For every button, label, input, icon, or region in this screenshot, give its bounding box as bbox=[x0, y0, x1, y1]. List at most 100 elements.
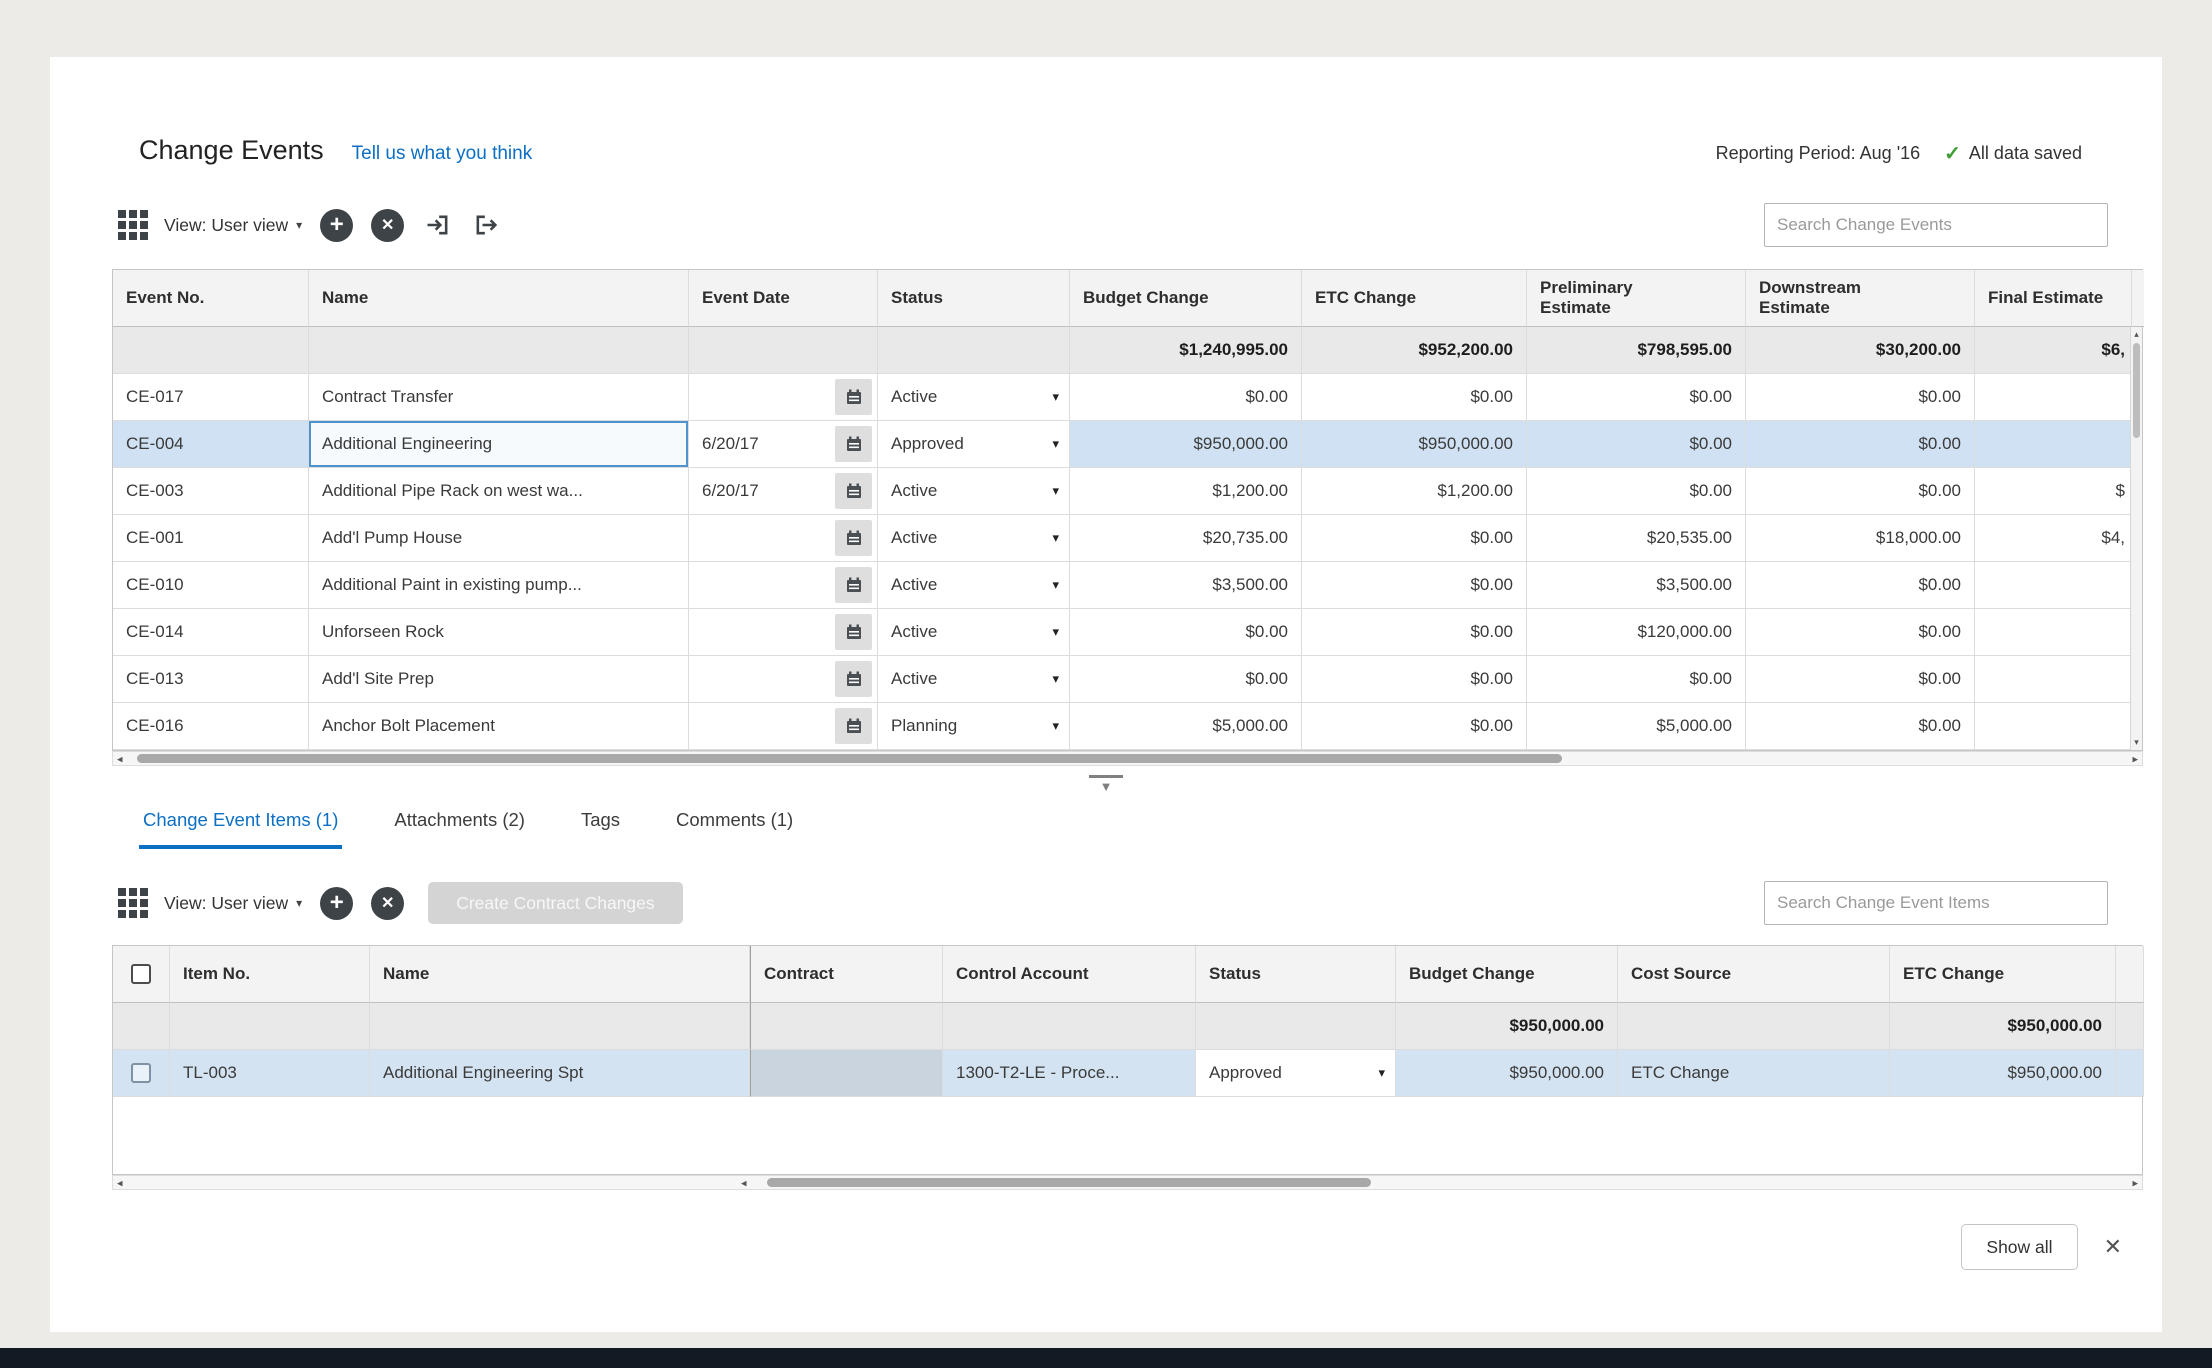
name-cell[interactable]: Additional Paint in existing pump... bbox=[309, 562, 689, 609]
status-dropdown[interactable]: Active ▾ bbox=[878, 374, 1070, 421]
calendar-icon[interactable] bbox=[835, 708, 872, 744]
event-no-cell[interactable]: CE-003 bbox=[113, 468, 309, 515]
export-icon[interactable] bbox=[472, 211, 500, 239]
etc-change-cell[interactable]: $950,000.00 bbox=[1890, 1050, 2116, 1097]
column-header-cost-source[interactable]: Cost Source bbox=[1618, 946, 1890, 1003]
budget-change-cell[interactable]: $0.00 bbox=[1070, 656, 1302, 703]
column-header-final-estimate[interactable]: Final Estimate bbox=[1975, 270, 2132, 327]
downstream-estimate-cell[interactable]: $0.00 bbox=[1746, 468, 1975, 515]
event-date-cell[interactable] bbox=[689, 703, 878, 750]
delete-item-button[interactable]: ✕ bbox=[371, 887, 404, 920]
row-ce-013[interactable]: CE-013 Add'l Site Prep Active ▾ $0.00 $0… bbox=[113, 656, 2142, 703]
column-header-budget-change[interactable]: Budget Change bbox=[1396, 946, 1618, 1003]
contract-cell[interactable] bbox=[750, 1050, 943, 1097]
row-ce-003[interactable]: CE-003 Additional Pipe Rack on west wa..… bbox=[113, 468, 2142, 515]
name-cell[interactable]: Unforseen Rock bbox=[309, 609, 689, 656]
downstream-estimate-cell[interactable]: $0.00 bbox=[1746, 656, 1975, 703]
tab-tags[interactable]: Tags bbox=[577, 809, 624, 849]
events-horizontal-scrollbar[interactable]: ◂ ▸ bbox=[112, 751, 2143, 766]
scroll-up-icon[interactable]: ▴ bbox=[2131, 329, 2142, 340]
calendar-icon[interactable] bbox=[835, 614, 872, 650]
column-header-etc-change[interactable]: ETC Change bbox=[1890, 946, 2116, 1003]
column-header-status[interactable]: Status bbox=[1196, 946, 1396, 1003]
import-icon[interactable] bbox=[424, 211, 452, 239]
horizontal-scroll-thumb[interactable] bbox=[137, 754, 1562, 763]
budget-change-cell[interactable]: $20,735.00 bbox=[1070, 515, 1302, 562]
grid-view-icon[interactable] bbox=[118, 888, 148, 918]
calendar-icon[interactable] bbox=[835, 661, 872, 697]
search-change-event-items-input[interactable] bbox=[1764, 881, 2108, 925]
row-ce-001[interactable]: CE-001 Add'l Pump House Active ▾ $20,735… bbox=[113, 515, 2142, 562]
event-no-cell[interactable]: CE-016 bbox=[113, 703, 309, 750]
event-date-cell[interactable]: 6/20/17 bbox=[689, 468, 878, 515]
status-dropdown[interactable]: Active ▾ bbox=[878, 609, 1070, 656]
name-cell[interactable]: Additional Pipe Rack on west wa... bbox=[309, 468, 689, 515]
status-dropdown[interactable]: Approved ▾ bbox=[1196, 1050, 1396, 1097]
items-horizontal-scrollbar[interactable]: ◂ ◂ ▸ bbox=[112, 1175, 2143, 1190]
downstream-estimate-cell[interactable]: $0.00 bbox=[1746, 374, 1975, 421]
event-no-cell[interactable]: CE-017 bbox=[113, 374, 309, 421]
budget-change-cell[interactable]: $950,000.00 bbox=[1070, 421, 1302, 468]
etc-change-cell[interactable]: $0.00 bbox=[1302, 609, 1527, 656]
column-header-etc-change[interactable]: ETC Change bbox=[1302, 270, 1527, 327]
scroll-left-inner-icon[interactable]: ◂ bbox=[741, 1176, 747, 1189]
event-no-cell[interactable]: CE-004 bbox=[113, 421, 309, 468]
scroll-down-icon[interactable]: ▾ bbox=[2131, 737, 2142, 748]
calendar-icon[interactable] bbox=[835, 520, 872, 556]
downstream-estimate-cell[interactable]: $0.00 bbox=[1746, 703, 1975, 750]
column-header-control-account[interactable]: Control Account bbox=[943, 946, 1196, 1003]
status-dropdown[interactable]: Planning ▾ bbox=[878, 703, 1070, 750]
tab-comments[interactable]: Comments (1) bbox=[672, 809, 797, 849]
etc-change-cell[interactable]: $0.00 bbox=[1302, 703, 1527, 750]
column-header-downstream-estimate[interactable]: Downstream Estimate bbox=[1746, 270, 1975, 327]
column-header-status[interactable]: Status bbox=[878, 270, 1070, 327]
close-icon[interactable]: ✕ bbox=[2104, 1234, 2122, 1260]
preliminary-estimate-cell[interactable]: $5,000.00 bbox=[1527, 703, 1746, 750]
status-dropdown[interactable]: Active ▾ bbox=[878, 515, 1070, 562]
delete-event-button[interactable]: ✕ bbox=[371, 209, 404, 242]
downstream-estimate-cell[interactable]: $18,000.00 bbox=[1746, 515, 1975, 562]
cost-source-cell[interactable]: ETC Change bbox=[1618, 1050, 1890, 1097]
create-contract-changes-button[interactable]: Create Contract Changes bbox=[428, 882, 682, 924]
event-no-cell[interactable]: CE-001 bbox=[113, 515, 309, 562]
budget-change-cell[interactable]: $3,500.00 bbox=[1070, 562, 1302, 609]
final-estimate-cell[interactable] bbox=[1975, 562, 2132, 609]
scroll-left-icon[interactable]: ◂ bbox=[117, 1176, 123, 1189]
select-all-checkbox[interactable] bbox=[131, 964, 151, 984]
final-estimate-cell[interactable] bbox=[1975, 703, 2132, 750]
column-header-name[interactable]: Name bbox=[370, 946, 750, 1003]
preliminary-estimate-cell[interactable]: $0.00 bbox=[1527, 374, 1746, 421]
name-cell-focused[interactable]: Additional Engineering bbox=[309, 421, 689, 468]
preliminary-estimate-cell[interactable]: $0.00 bbox=[1527, 421, 1746, 468]
column-header-preliminary-estimate[interactable]: Preliminary Estimate bbox=[1527, 270, 1746, 327]
scroll-left-icon[interactable]: ◂ bbox=[117, 752, 123, 765]
budget-change-cell[interactable]: $5,000.00 bbox=[1070, 703, 1302, 750]
final-estimate-cell[interactable] bbox=[1975, 609, 2132, 656]
event-date-cell[interactable] bbox=[689, 374, 878, 421]
budget-change-cell[interactable]: $1,200.00 bbox=[1070, 468, 1302, 515]
name-cell[interactable]: Additional Engineering Spt bbox=[370, 1050, 750, 1097]
column-header-budget-change[interactable]: Budget Change bbox=[1070, 270, 1302, 327]
vertical-scroll-thumb[interactable] bbox=[2133, 343, 2140, 438]
downstream-estimate-cell[interactable]: $0.00 bbox=[1746, 562, 1975, 609]
tab-attachments[interactable]: Attachments (2) bbox=[390, 809, 529, 849]
row-ce-017[interactable]: CE-017 Contract Transfer Active ▾ $0.00 … bbox=[113, 374, 2142, 421]
downstream-estimate-cell[interactable]: $0.00 bbox=[1746, 609, 1975, 656]
calendar-icon[interactable] bbox=[835, 567, 872, 603]
status-dropdown[interactable]: Active ▾ bbox=[878, 468, 1070, 515]
downstream-estimate-cell[interactable]: $0.00 bbox=[1746, 421, 1975, 468]
final-estimate-cell[interactable] bbox=[1975, 656, 2132, 703]
feedback-link[interactable]: Tell us what you think bbox=[352, 143, 533, 165]
horizontal-scroll-thumb[interactable] bbox=[767, 1178, 1371, 1187]
row-checkbox[interactable] bbox=[131, 1063, 151, 1083]
budget-change-cell[interactable]: $0.00 bbox=[1070, 609, 1302, 656]
event-date-cell[interactable] bbox=[689, 562, 878, 609]
etc-change-cell[interactable]: $1,200.00 bbox=[1302, 468, 1527, 515]
row-ce-016[interactable]: CE-016 Anchor Bolt Placement Planning ▾ … bbox=[113, 703, 2142, 750]
preliminary-estimate-cell[interactable]: $3,500.00 bbox=[1527, 562, 1746, 609]
preliminary-estimate-cell[interactable]: $20,535.00 bbox=[1527, 515, 1746, 562]
final-estimate-cell[interactable] bbox=[1975, 374, 2132, 421]
collapse-panel-handle[interactable]: ▼ bbox=[1089, 775, 1123, 792]
calendar-icon[interactable] bbox=[835, 473, 872, 509]
final-estimate-cell[interactable]: $ bbox=[1975, 468, 2132, 515]
